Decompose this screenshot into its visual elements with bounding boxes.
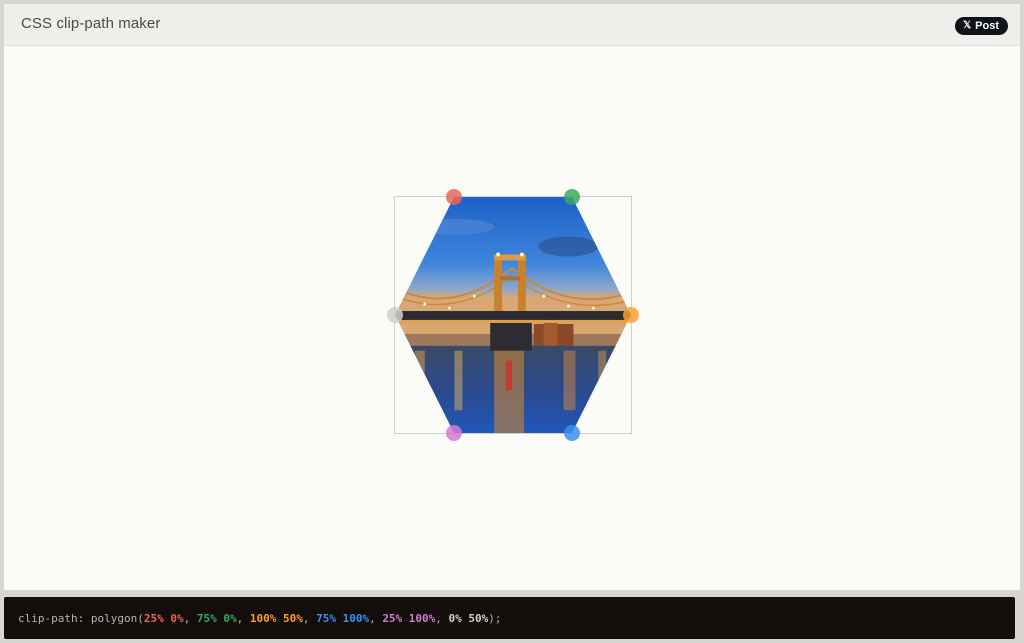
- code-function-open: polygon(: [90, 611, 144, 625]
- polygon-point-handle-5[interactable]: [446, 425, 462, 441]
- code-separator: ,: [236, 611, 250, 625]
- polygon-point-handle-3[interactable]: [623, 307, 639, 323]
- polygon-point-handle-2[interactable]: [564, 189, 580, 205]
- post-button-label: Post: [975, 20, 999, 32]
- code-point-6: 0% 50%: [448, 611, 489, 625]
- app-window: CSS clip-path maker 𝕏 Post: [4, 4, 1020, 590]
- code-separator: ,: [183, 611, 197, 625]
- code-function-close: );: [488, 611, 502, 625]
- polygon-point-handle-1[interactable]: [446, 189, 462, 205]
- app-title: CSS clip-path maker: [21, 15, 161, 32]
- code-point-1: 25% 0%: [143, 611, 184, 625]
- code-separator: ,: [435, 611, 449, 625]
- code-point-4: 75% 100%: [316, 611, 370, 625]
- polygon-point-handle-6[interactable]: [387, 307, 403, 323]
- app-header: CSS clip-path maker 𝕏 Post: [4, 4, 1020, 46]
- code-separator: ,: [369, 611, 383, 625]
- bridge-photo: [395, 197, 631, 433]
- clip-path-code-output[interactable]: clip-path: polygon( 25% 0%, 75% 0%, 100%…: [4, 597, 1015, 639]
- code-point-3: 100% 50%: [249, 611, 303, 625]
- code-separator: ,: [302, 611, 317, 625]
- clipped-image: [395, 197, 631, 433]
- code-property: clip-path:: [18, 611, 85, 625]
- code-point-5: 25% 100%: [382, 611, 436, 625]
- clip-path-editor-stage[interactable]: [387, 189, 639, 441]
- code-points: 25% 0%, 75% 0%, 100% 50%, 75% 100%, 25% …: [144, 612, 488, 625]
- code-point-2: 75% 0%: [196, 611, 237, 625]
- post-button[interactable]: 𝕏 Post: [955, 17, 1008, 35]
- x-logo-icon: 𝕏: [963, 20, 972, 31]
- polygon-point-handle-4[interactable]: [564, 425, 580, 441]
